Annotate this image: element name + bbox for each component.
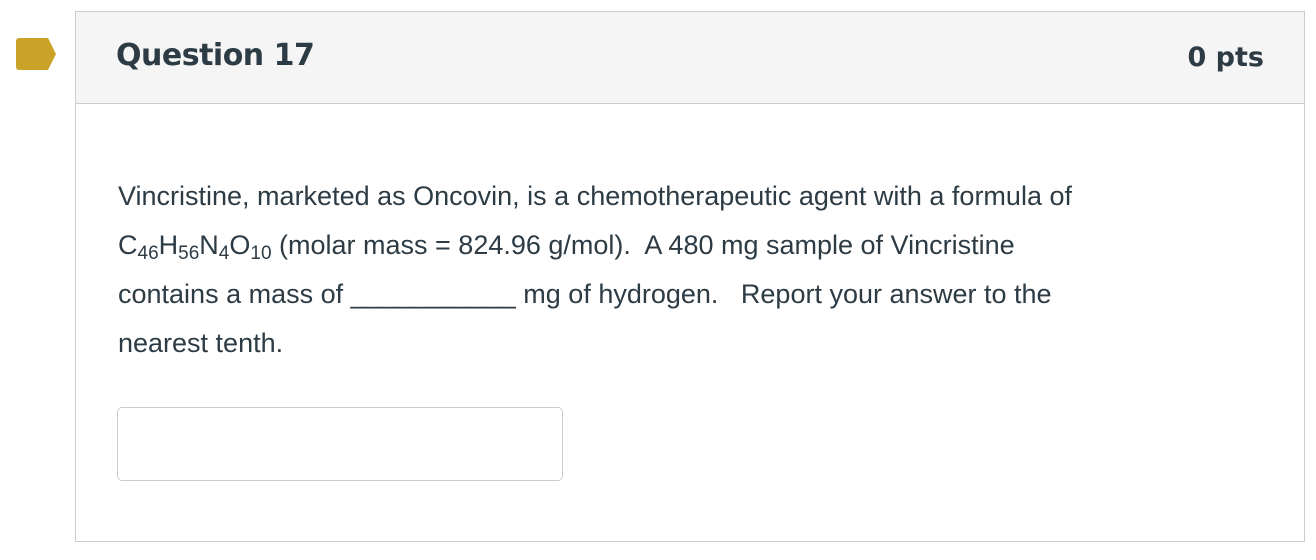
formula-o: O [229,230,251,260]
question-text-line-3: contains a mass of ___________ mg of hyd… [118,279,1052,309]
formula-n-subscript: 4 [218,243,230,264]
question-text-line-2-rest: (molar mass = 824.96 g/mol). A 480 mg sa… [271,230,1015,260]
formula-h-subscript: 56 [178,243,200,264]
question-text-line-1: Vincristine, marketed as Oncovin, is a c… [118,181,1072,211]
question-points: 0 pts [1187,42,1265,73]
bookmark-flag-icon[interactable] [16,38,56,70]
formula-c: C [118,230,138,260]
question-title: Question 17 [116,38,315,73]
formula-n: N [199,230,219,260]
formula-o-subscript: 10 [250,243,272,264]
question-text-line-4: nearest tenth. [118,328,284,358]
answer-input[interactable] [117,407,563,481]
question-card: Question 17 0 pts Vincristine, marketed … [75,11,1305,542]
question-text: Vincristine, marketed as Oncovin, is a c… [118,172,1278,368]
formula-c-subscript: 46 [137,243,159,264]
formula-h: H [158,230,179,260]
question-text-line-2: C46H56N4O10 (molar mass = 824.96 g/mol).… [118,221,1278,270]
question-header: Question 17 0 pts [76,12,1304,104]
